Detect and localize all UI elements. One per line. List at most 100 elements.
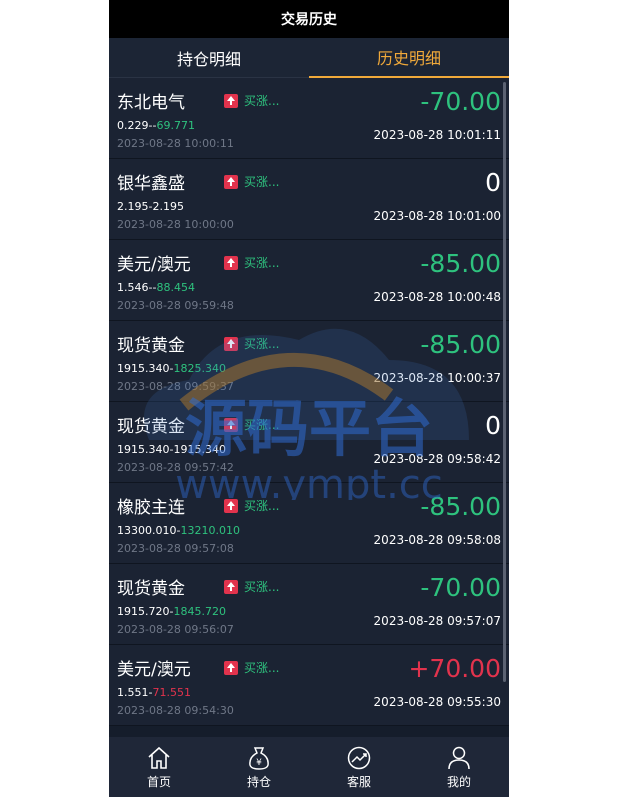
profit-loss: -85.00 [420,492,501,521]
product-name: 现货黄金 [117,417,185,437]
close-price: 1915.340 [173,443,226,456]
product-name: 银华鑫盛 [117,174,185,194]
open-time: 2023-08-28 09:56:07 [117,623,234,636]
close-time: 2023-08-28 09:58:42 [373,452,501,466]
up-arrow-icon [224,256,238,270]
up-arrow-icon [224,94,238,108]
price-range: 2.195-2.195 [117,200,184,213]
price-range: 1.551-71.551 [117,686,191,699]
product-name: 现货黄金 [117,579,185,599]
close-time: 2023-08-28 10:00:37 [373,371,501,385]
close-time: 2023-08-28 10:01:11 [373,128,501,142]
close-time: 2023-08-28 10:00:48 [373,290,501,304]
profit-loss: -85.00 [420,330,501,359]
trade-record-row[interactable]: 美元/澳元 买涨... 1.551-71.551 2023-08-28 09:54:3… [109,645,509,726]
page-title: 交易历史 [109,0,509,38]
nav-mine[interactable]: 我的 [409,737,509,797]
open-time: 2023-08-28 09:57:08 [117,542,234,555]
up-arrow-icon [224,418,238,432]
phone-screen: 交易历史 持仓明细 历史明细 东北电气 买涨... 0.229--69.771 202… [109,0,509,797]
close-price: 2.195 [152,200,184,213]
product-name: 东北电气 [117,93,185,113]
nav-home[interactable]: 首页 [109,737,209,797]
open-time: 2023-08-28 09:59:48 [117,299,234,312]
close-time: 2023-08-28 09:55:30 [373,695,501,709]
close-price: 88.454 [156,281,195,294]
nav-service-label: 客服 [346,774,371,789]
open-price: 1.546 [117,281,149,294]
close-time: 2023-08-28 09:58:08 [373,533,501,547]
open-price: 1.551 [117,686,149,699]
up-arrow-icon [224,661,238,675]
trade-direction: 买涨... [244,418,280,432]
up-arrow-icon [224,175,238,189]
product-name: 美元/澳元 [117,660,191,680]
trade-record-row[interactable]: 美元/澳元 买涨... 1.546--88.454 2023-08-28 09:59:… [109,240,509,321]
profit-loss: -70.00 [420,573,501,602]
close-price: 71.551 [152,686,191,699]
up-arrow-icon [224,337,238,351]
open-time: 2023-08-28 09:54:30 [117,704,234,717]
profit-loss: 0 [485,168,501,197]
profit-loss: 0 [485,411,501,440]
up-arrow-icon [224,580,238,594]
nav-mine-label: 我的 [446,774,471,789]
price-range: 13300.010-13210.010 [117,524,240,537]
home-icon [148,746,170,769]
close-price: 1825.340 [173,362,226,375]
open-price: 1915.340 [117,443,170,456]
price-range: 0.229--69.771 [117,119,195,132]
open-time: 2023-08-28 10:00:00 [117,218,234,231]
up-arrow-icon [224,499,238,513]
price-range: 1915.340-1825.340 [117,362,226,375]
close-price: 13210.010 [180,524,240,537]
trade-direction: 买涨... [244,94,280,108]
trade-record-row[interactable]: 现货黄金 买涨... 1915.340-1915.340 2023-08-28 09:… [109,402,509,483]
profit-loss: +70.00 [408,654,501,683]
open-time: 2023-08-28 10:00:11 [117,137,234,150]
scrollbar[interactable] [503,82,506,682]
trade-direction: 买涨... [244,256,280,270]
profit-loss: -85.00 [420,249,501,278]
close-time: 2023-08-28 10:01:00 [373,209,501,223]
trade-direction: 买涨... [244,175,280,189]
product-name: 现货黄金 [117,336,185,356]
open-price: 1915.340 [117,362,170,375]
close-price: 69.771 [156,119,195,132]
open-price: 0.229 [117,119,149,132]
trade-record-row[interactable]: 东北电气 买涨... 0.229--69.771 2023-08-28 10:00:1… [109,78,509,159]
price-range: 1915.720-1845.720 [117,605,226,618]
open-time: 2023-08-28 09:57:42 [117,461,234,474]
trade-direction: 买涨... [244,580,280,594]
price-range: 1915.340-1915.340 [117,443,226,456]
svg-text:¥: ¥ [256,758,262,768]
tab-positions[interactable]: 持仓明细 [109,38,309,78]
open-price: 2.195 [117,200,149,213]
nav-service[interactable]: 客服 [309,737,409,797]
trade-direction: 买涨... [244,661,280,675]
open-price: 1915.720 [117,605,170,618]
price-range: 1.546--88.454 [117,281,195,294]
trade-record-row[interactable]: 银华鑫盛 买涨... 2.195-2.195 2023-08-28 10:00:00 0… [109,159,509,240]
tab-history[interactable]: 历史明细 [309,38,509,78]
product-name: 橡胶主连 [117,498,185,518]
trade-direction: 买涨... [244,499,280,513]
product-name: 美元/澳元 [117,255,191,275]
user-icon [448,746,470,769]
profit-loss: -70.00 [420,87,501,116]
nav-positions-label: 持仓 [246,774,271,789]
trade-record-row[interactable]: 现货黄金 买涨... 1915.340-1825.340 2023-08-28 09:… [109,321,509,402]
trade-record-row[interactable]: 橡胶主连 买涨... 13300.010-13210.010 2023-08-28 0… [109,483,509,564]
tab-bar: 持仓明细 历史明细 [109,38,509,78]
nav-positions[interactable]: ¥ 持仓 [209,737,309,797]
trade-direction: 买涨... [244,337,280,351]
open-time: 2023-08-28 09:59:37 [117,380,234,393]
trend-chart-icon [347,746,371,769]
history-list: 东北电气 买涨... 0.229--69.771 2023-08-28 10:00:1… [109,78,509,737]
money-bag-icon: ¥ [249,746,269,770]
open-price: 13300.010 [117,524,177,537]
close-time: 2023-08-28 09:57:07 [373,614,501,628]
close-price: 1845.720 [173,605,226,618]
trade-record-row[interactable]: 现货黄金 买涨... 1915.720-1845.720 2023-08-28 09:… [109,564,509,645]
nav-home-label: 首页 [146,774,171,789]
